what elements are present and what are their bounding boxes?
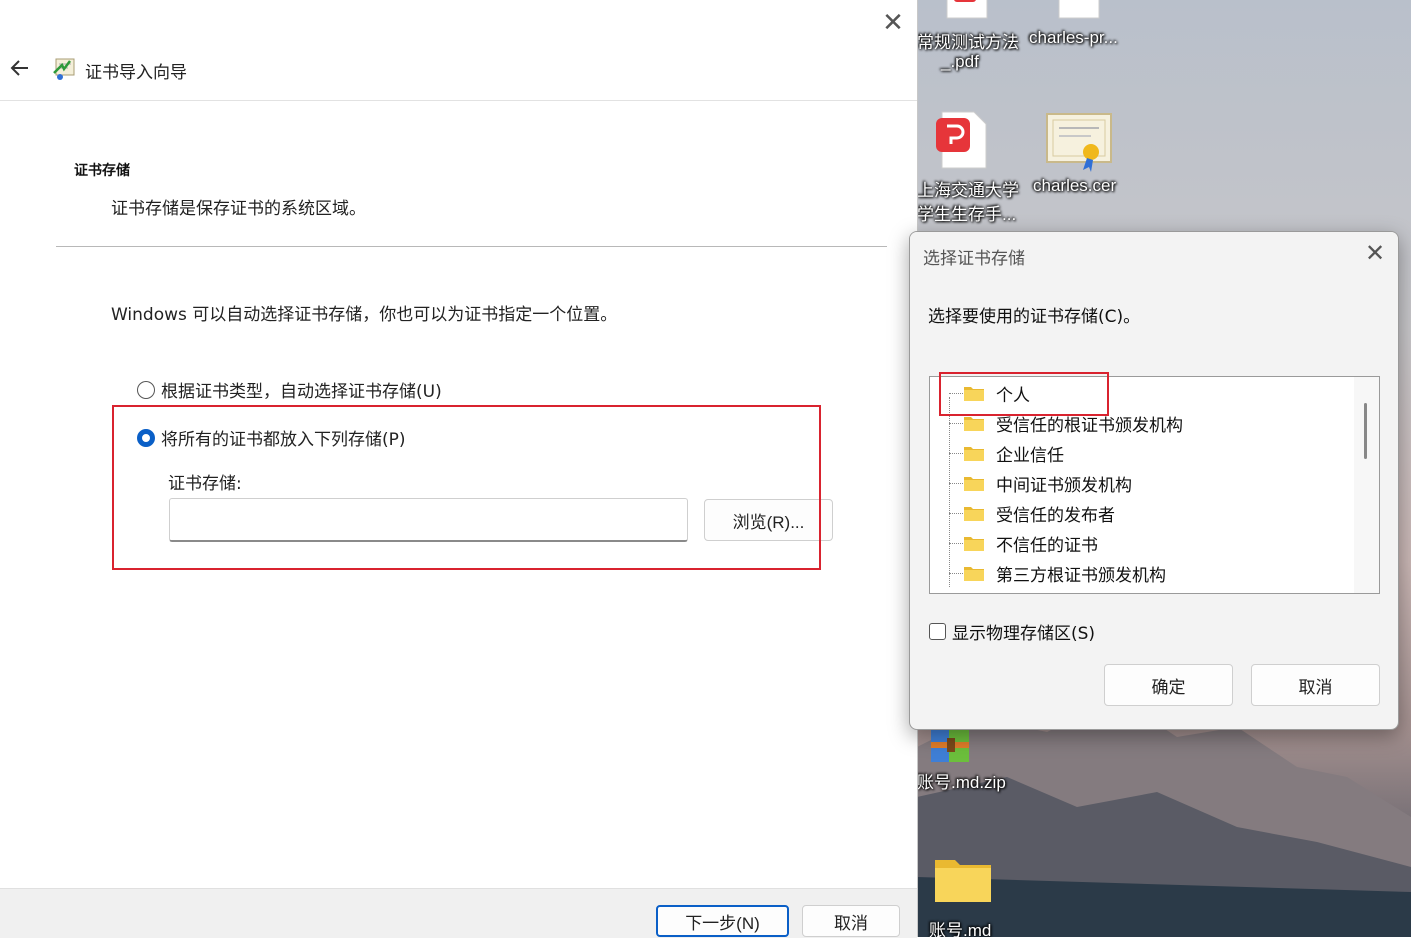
certificate-icon: [1046, 113, 1112, 172]
radio-auto-label: 根据证书类型，自动选择证书存储(U): [161, 382, 442, 402]
intro-text: Windows 可以自动选择证书存储，你也可以为证书指定一个位置。: [111, 305, 618, 325]
desktop-icon-charles-pr[interactable]: [1057, 0, 1101, 20]
dialog-prompt: 选择要使用的证书存储(C)。: [928, 307, 1141, 327]
tree-scrollbar[interactable]: [1354, 377, 1379, 593]
tree-connector: [949, 453, 963, 454]
tree-connector: [949, 423, 963, 424]
wizard-header: 证书导入向导: [0, 40, 917, 101]
desktop-icon-label: 账号.md.zip: [917, 773, 1006, 792]
dialog-title: 选择证书存储: [923, 249, 1025, 269]
divider: [56, 246, 887, 247]
tree-connector: [949, 513, 963, 514]
desktop-icon-zip[interactable]: [931, 728, 971, 764]
folder-icon: [964, 417, 984, 431]
desktop-icon-sjtu-pdf[interactable]: [932, 110, 992, 170]
close-icon[interactable]: ✕: [1362, 240, 1388, 266]
radio-manual-label: 将所有的证书都放入下列存储(P): [161, 430, 406, 450]
pdf-file-icon: [936, 111, 987, 169]
wizard-title: 证书导入向导: [85, 63, 187, 83]
section-subtitle: 证书存储是保存证书的系统区域。: [111, 199, 366, 219]
tree-item-store[interactable]: 第三方根证书颁发机构: [964, 558, 1166, 588]
tree-connector: [949, 393, 963, 394]
folder-icon: [935, 860, 991, 902]
browse-button[interactable]: 浏览(R)...: [704, 499, 833, 541]
desktop-icon-label: 账号.md: [929, 921, 992, 937]
tree-item-label: 不信任的证书: [996, 535, 1098, 556]
checkbox-label: 显示物理存储区(S): [952, 624, 1096, 644]
file-icon: [1058, 0, 1100, 19]
tree-item-store[interactable]: 个人: [964, 378, 1030, 408]
radio-auto-select-store[interactable]: 根据证书类型，自动选择证书存储(U): [137, 377, 442, 402]
desktop-icon-label: charles-pr...: [1029, 28, 1118, 47]
dialog-titlebar: 选择证书存储 ✕: [910, 232, 1398, 278]
tree-item-label: 中间证书颁发机构: [996, 475, 1132, 496]
tree-item-label: 受信任的发布者: [996, 505, 1115, 526]
certificate-import-wizard-window: ✕ 证书导入向导 证书存储 证书存储是保存证书的系统区域。 Windows 可以…: [0, 0, 918, 938]
dialog-cancel-button[interactable]: 取消: [1251, 664, 1380, 706]
desktop-icon-label: 上海交通大学: [917, 181, 1019, 200]
desktop-icon-folder[interactable]: [933, 852, 993, 904]
desktop-icon-pdf-test[interactable]: [937, 0, 997, 20]
zip-archive-icon: [931, 728, 969, 762]
checkbox-unchecked[interactable]: [929, 623, 946, 640]
desktop-icon-label: _.pdf: [941, 52, 979, 71]
folder-icon: [964, 387, 984, 401]
folder-icon: [964, 537, 984, 551]
certificate-store-input[interactable]: [169, 498, 688, 542]
tree-connector: [949, 397, 950, 587]
store-field-label: 证书存储:: [168, 474, 242, 494]
radio-manual-store[interactable]: 将所有的证书都放入下列存储(P): [137, 425, 406, 450]
radio-button-checked[interactable]: [137, 428, 155, 447]
tree-connector: [949, 573, 963, 574]
select-certificate-store-dialog: 选择证书存储 ✕ 选择要使用的证书存储(C)。 个人 受信任的根证书颁发机构 企…: [909, 231, 1399, 730]
tree-item-label: 个人: [996, 385, 1030, 406]
desktop-icon-label: 常规测试方法: [917, 33, 1019, 52]
tree-connector: [949, 483, 963, 484]
close-icon[interactable]: ✕: [880, 10, 906, 36]
wizard-cancel-button[interactable]: 取消: [802, 905, 900, 937]
tree-item-label: 企业信任: [996, 445, 1064, 466]
desktop-icon-label: charles.cer: [1033, 176, 1117, 195]
folder-icon: [964, 477, 984, 491]
tree-item-store[interactable]: 中间证书颁发机构: [964, 468, 1132, 498]
back-arrow-icon[interactable]: [8, 56, 32, 80]
tree-item-store[interactable]: 企业信任: [964, 438, 1064, 468]
folder-icon: [964, 447, 984, 461]
show-physical-stores-checkbox[interactable]: 显示物理存储区(S): [929, 619, 1095, 644]
scrollbar-thumb[interactable]: [1364, 403, 1367, 459]
pdf-file-icon: [946, 0, 988, 19]
certificate-wizard-icon: [53, 58, 75, 80]
radio-button-unchecked[interactable]: [137, 380, 155, 399]
folder-icon: [964, 567, 984, 581]
section-title: 证书存储: [74, 163, 130, 179]
tree-item-store[interactable]: 受信任的发布者: [964, 498, 1115, 528]
tree-connector: [949, 543, 963, 544]
tree-item-store[interactable]: 不信任的证书: [964, 528, 1098, 558]
tree-item-label: 第三方根证书颁发机构: [996, 565, 1166, 586]
ok-button[interactable]: 确定: [1104, 664, 1233, 706]
certificate-store-tree[interactable]: 个人 受信任的根证书颁发机构 企业信任 中间证书颁发机构 受信任的发布者 不信任…: [929, 376, 1380, 594]
tree-item-label: 受信任的根证书颁发机构: [996, 415, 1183, 436]
folder-icon: [964, 507, 984, 521]
tree-item-store[interactable]: 受信任的根证书颁发机构: [964, 408, 1183, 438]
desktop-icon-charles-cer[interactable]: [1045, 112, 1115, 172]
desktop-icon-label: 学生生存手...: [917, 205, 1017, 224]
next-button[interactable]: 下一步(N): [656, 905, 789, 937]
